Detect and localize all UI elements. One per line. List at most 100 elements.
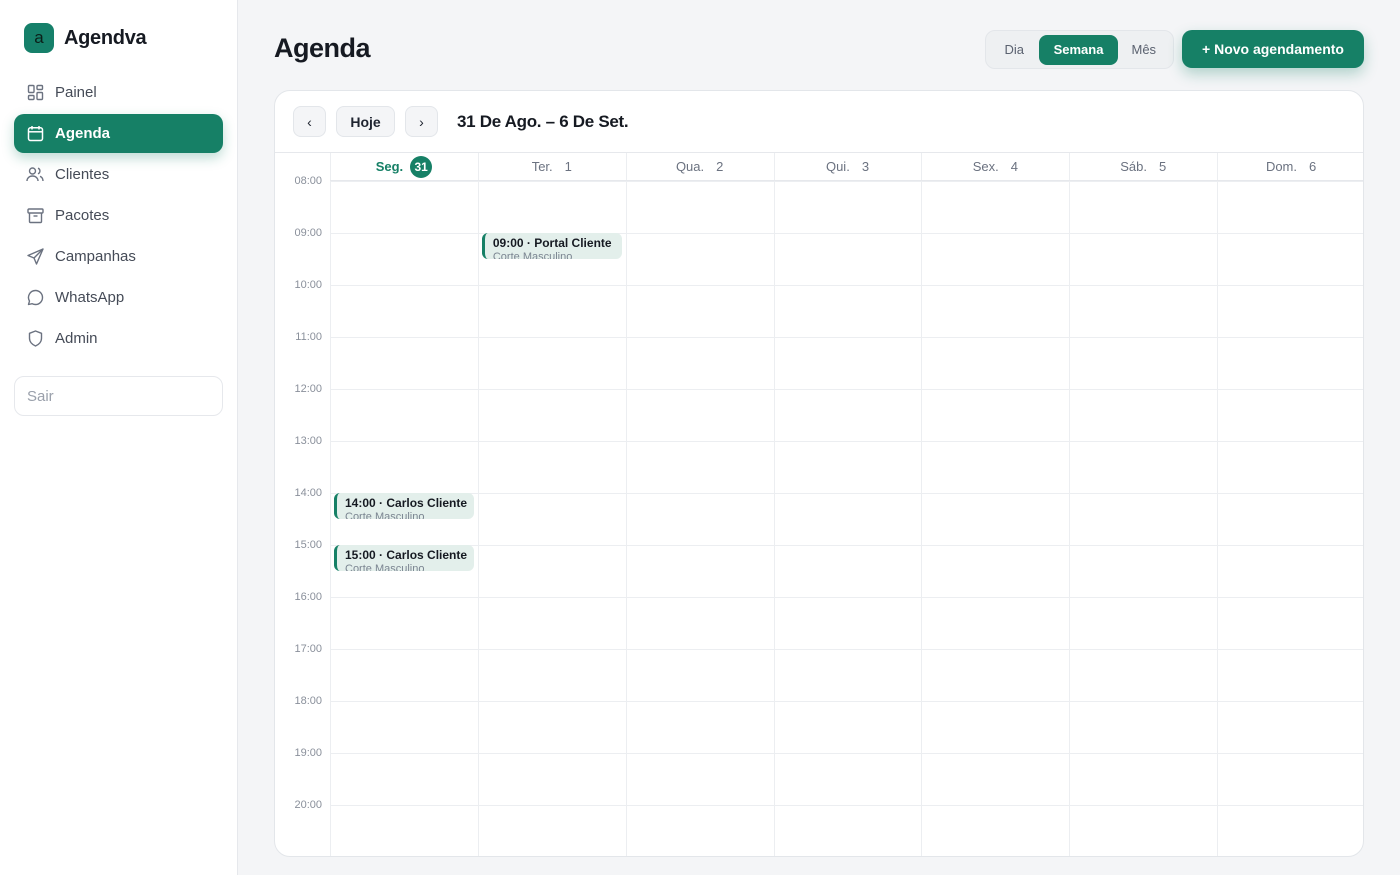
day-name: Dom.	[1265, 159, 1297, 174]
hour-gridline	[330, 389, 1363, 390]
time-label: 20:00	[294, 799, 322, 811]
event-title: 15:00 · Carlos Cliente	[345, 548, 468, 562]
sidebar-item-painel[interactable]: Painel	[14, 73, 223, 112]
calendar-icon	[26, 125, 44, 143]
view-month-button[interactable]: Mês	[1118, 35, 1170, 65]
header-divider	[330, 181, 1363, 182]
day-number: 5	[1158, 159, 1167, 174]
shield-icon	[26, 330, 44, 348]
sidebar-item-label: WhatsApp	[55, 289, 125, 306]
time-label: 17:00	[294, 643, 322, 655]
sidebar-item-label: Clientes	[55, 166, 110, 183]
day-column-divider	[1069, 153, 1071, 856]
sidebar-item-whatsapp[interactable]: WhatsApp	[14, 278, 223, 317]
hour-gridline	[330, 493, 1363, 494]
time-label: 13:00	[294, 435, 322, 447]
page-title: Agenda	[274, 33, 371, 63]
day-header[interactable]: Sáb. 5	[1069, 153, 1218, 181]
prev-week-button[interactable]: ‹	[293, 106, 326, 137]
event-title: 09:00 · Portal Cliente	[492, 236, 612, 250]
sidebar-item-clientes[interactable]: Clientes	[14, 155, 223, 194]
hour-gridline	[330, 337, 1363, 338]
sidebar-item-campanhas[interactable]: Campanhas	[14, 237, 223, 276]
day-name: Sáb.	[1120, 159, 1147, 174]
day-header[interactable]: Seg. 31	[330, 153, 478, 181]
calendar-toolbar: ‹ Hoje › 31 De Ago. – 6 De Set.	[275, 91, 1363, 152]
day-header[interactable]: Dom. 6	[1217, 153, 1363, 181]
time-label: 12:00	[294, 383, 322, 395]
time-label: 14:00	[294, 487, 322, 499]
hour-gridline	[330, 285, 1363, 286]
view-switch: Dia Semana Mês	[985, 30, 1174, 69]
time-label: 08:00	[294, 175, 322, 187]
package-icon	[26, 207, 44, 225]
event-title: 14:00 · Carlos Cliente	[345, 496, 468, 510]
event-service: Corte Masculino	[345, 511, 425, 519]
sidebar-item-admin[interactable]: Admin	[14, 319, 223, 358]
week-grid: Seg. 31 Ter. 1 Qua. 2 Qui. 3 Sex. 4 Sáb. 5 Dom. 6 08:0…	[275, 152, 1363, 856]
day-number: 2	[716, 159, 724, 174]
day-number: 31	[410, 155, 433, 178]
logout-button[interactable]: Sair	[14, 376, 223, 416]
day-header[interactable]: Qua. 2	[625, 153, 774, 181]
day-header[interactable]: Sex. 4	[921, 153, 1070, 181]
send-icon	[26, 248, 44, 266]
hour-gridline	[330, 805, 1363, 806]
day-number: 1	[564, 159, 572, 174]
new-appointment-button[interactable]: + Novo agendamento	[1182, 30, 1364, 68]
hour-gridline	[330, 545, 1363, 546]
next-week-button[interactable]: ›	[405, 106, 438, 137]
sidebar-nav: Painel Agenda Clientes Pacotes Campanhas	[14, 73, 223, 360]
calendar-card: ‹ Hoje › 31 De Ago. – 6 De Set. Seg. 31 Te…	[274, 90, 1364, 857]
sidebar-item-pacotes[interactable]: Pacotes	[14, 196, 223, 235]
sidebar: a Agendva Painel Agenda Clientes Pacotes…	[0, 0, 238, 875]
sidebar-item-label: Painel	[55, 84, 97, 101]
today-button[interactable]: Hoje	[336, 106, 395, 137]
day-column-divider	[625, 153, 627, 856]
users-icon	[26, 166, 44, 184]
appointment-event[interactable]: 15:00 · Carlos Cliente Corte Masculino	[334, 545, 474, 571]
date-range-label: 31 De Ago. – 6 De Set.	[457, 112, 629, 131]
hour-gridline	[330, 441, 1363, 442]
hour-gridline	[330, 649, 1363, 650]
appointment-event[interactable]: 09:00 · Portal Cliente Corte Masculino	[481, 233, 622, 259]
brand[interactable]: a Agendva	[24, 23, 147, 53]
day-name: Qua.	[675, 159, 705, 174]
day-header[interactable]: Qui. 3	[773, 153, 922, 181]
day-name: Seg.	[375, 159, 404, 174]
day-number: 4	[1010, 159, 1018, 174]
chat-icon	[26, 289, 44, 307]
appointment-event[interactable]: 14:00 · Carlos Cliente Corte Masculino	[334, 493, 474, 519]
day-column-divider	[477, 153, 479, 856]
time-label: 10:00	[294, 279, 322, 291]
sidebar-item-label: Pacotes	[55, 207, 110, 224]
time-label: 16:00	[294, 591, 322, 603]
hour-gridline	[330, 753, 1363, 754]
event-service: Corte Masculino	[492, 251, 573, 259]
sidebar-item-label: Campanhas	[55, 248, 136, 265]
day-name: Sex.	[972, 159, 999, 174]
time-label: 18:00	[294, 695, 322, 707]
view-day-button[interactable]: Dia	[989, 35, 1039, 65]
sidebar-item-agenda[interactable]: Agenda	[14, 114, 223, 153]
time-label: 15:00	[294, 539, 322, 551]
brand-name: Agendva	[64, 26, 147, 49]
sidebar-item-label: Agenda	[55, 125, 111, 142]
time-label: 09:00	[294, 227, 322, 239]
day-column-divider	[921, 153, 923, 856]
day-column-divider	[330, 153, 331, 856]
event-service: Corte Masculino	[345, 563, 425, 571]
view-week-button[interactable]: Semana	[1039, 34, 1118, 65]
day-number: 6	[1309, 159, 1317, 174]
day-name: Ter.	[531, 159, 553, 174]
day-name: Qui.	[825, 159, 850, 174]
day-column-divider	[773, 153, 775, 856]
dashboard-icon	[26, 84, 44, 102]
hour-gridline	[330, 701, 1363, 702]
hour-gridline	[330, 597, 1363, 598]
brand-logo: a	[24, 23, 54, 53]
time-label: 19:00	[294, 747, 322, 759]
day-header[interactable]: Ter. 1	[477, 153, 626, 181]
time-label: 11:00	[295, 331, 322, 343]
day-number: 3	[861, 159, 870, 174]
